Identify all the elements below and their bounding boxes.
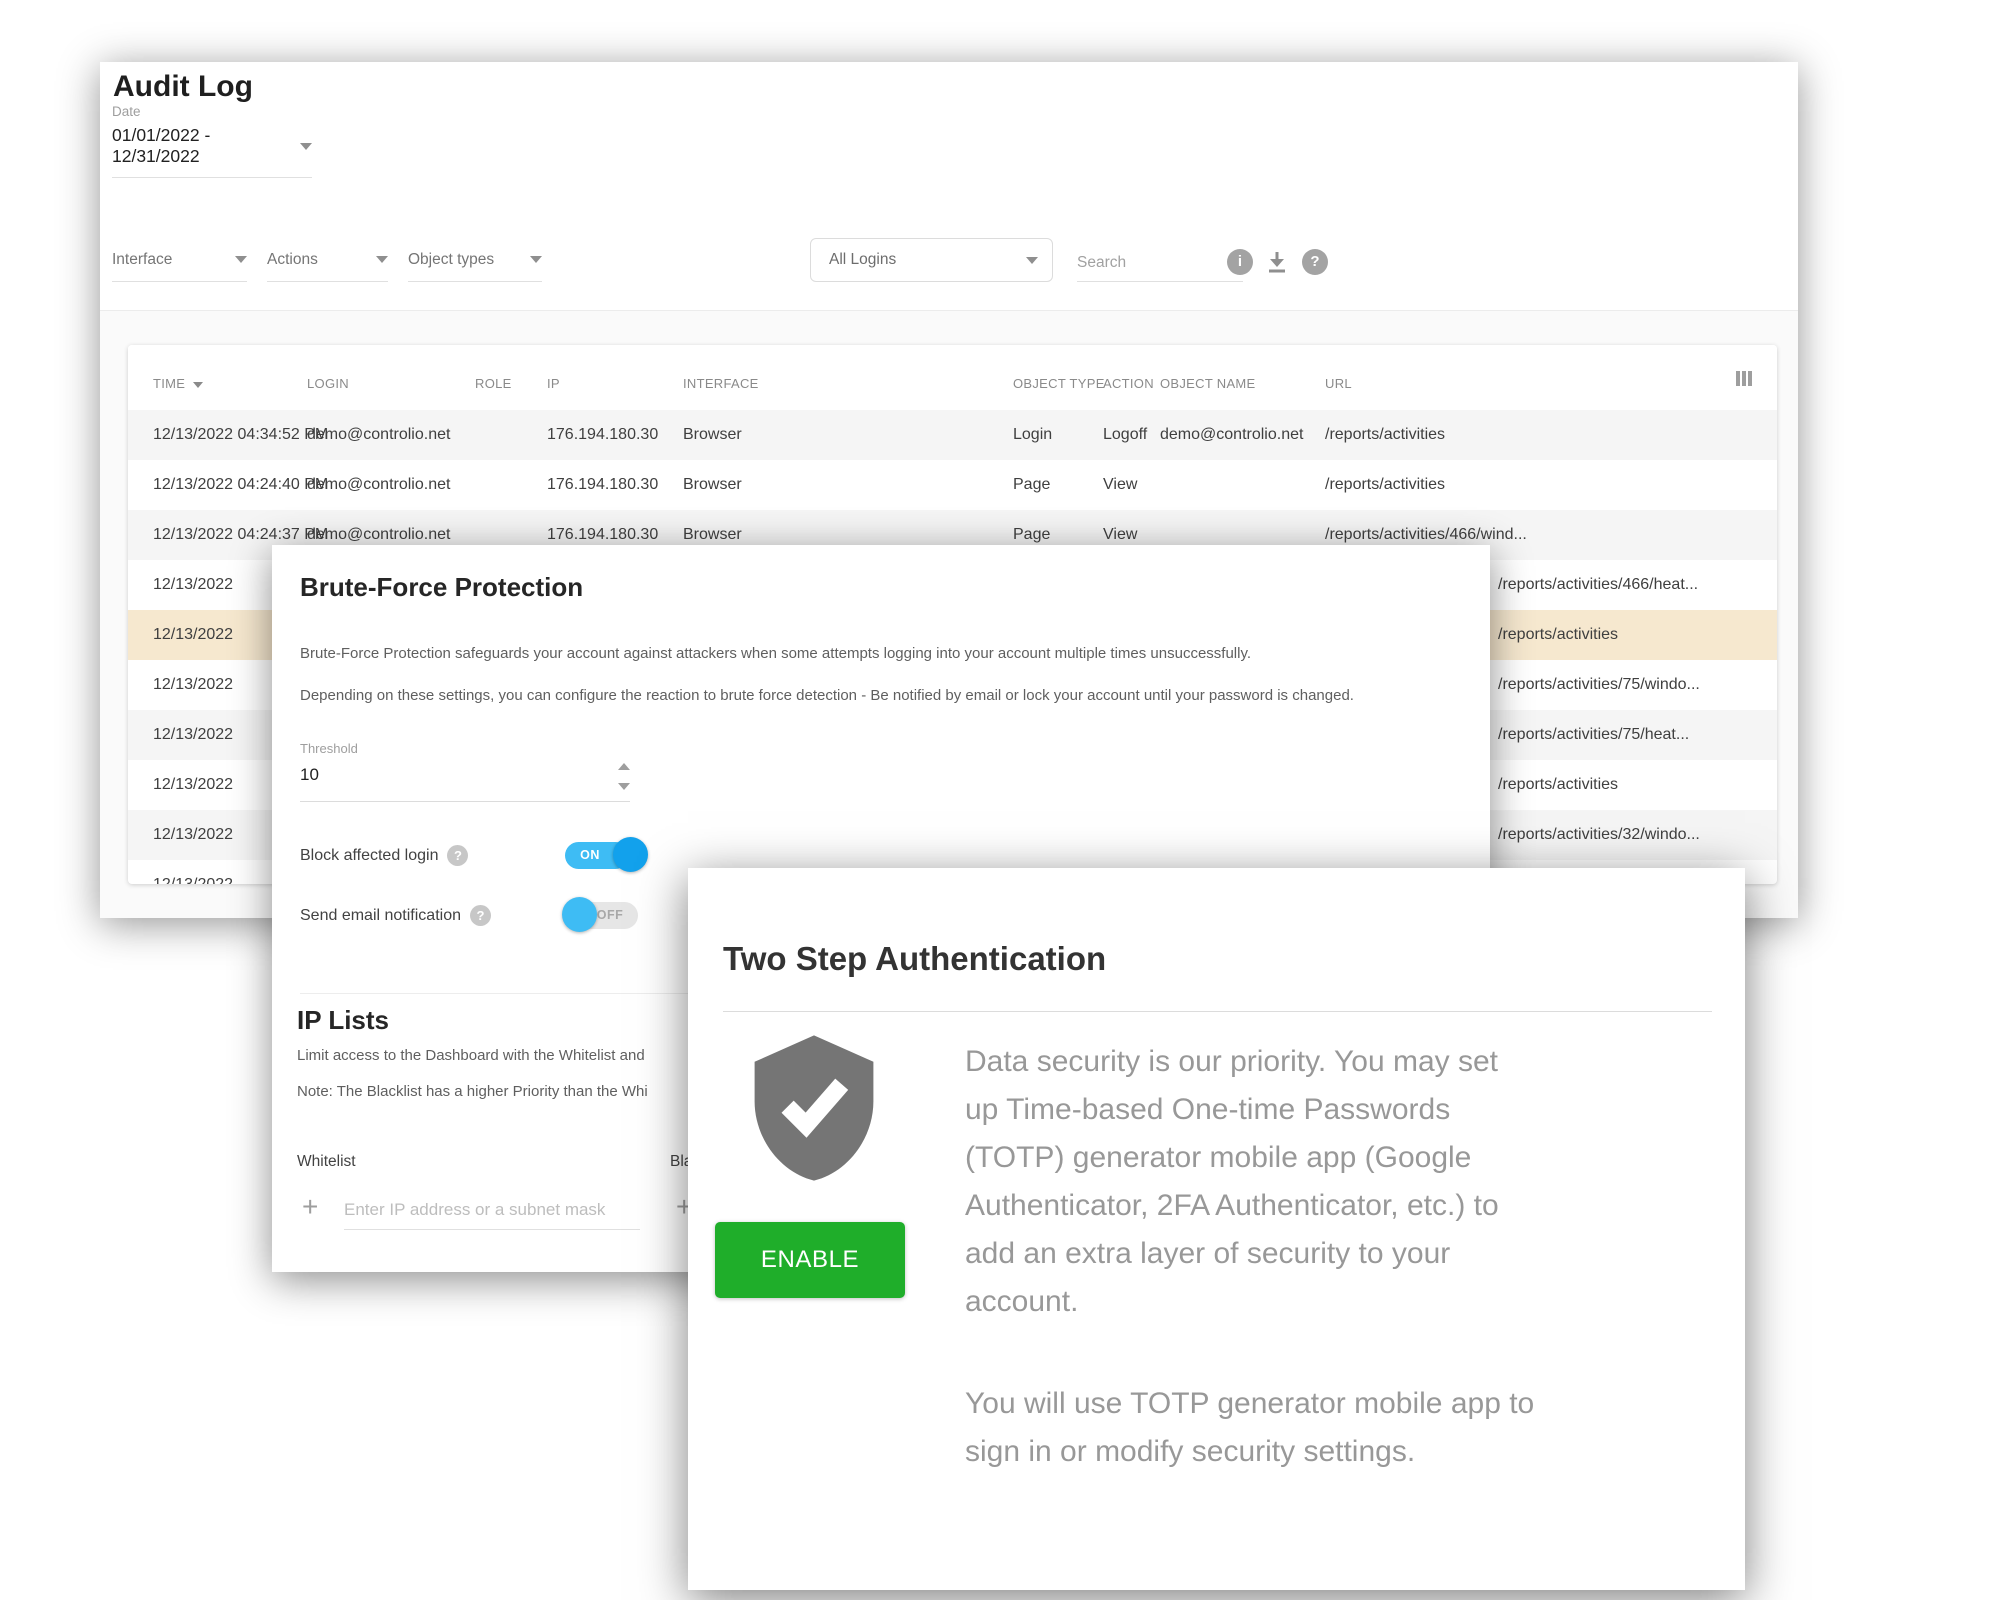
cell-login: demo@controlio.net <box>307 410 450 460</box>
block-affected-login-label: Block affected login ? <box>300 845 468 866</box>
all-logins-select[interactable]: All Logins <box>810 238 1053 282</box>
column-header-action: ACTION <box>1103 376 1154 391</box>
divider <box>300 801 630 802</box>
date-label: Date <box>112 104 312 119</box>
cell-ip: 176.194.180.30 <box>547 460 658 510</box>
cell-time: 12/13/2022 <box>153 560 233 610</box>
interface-filter-label: Interface <box>112 251 172 269</box>
brute-force-title: Brute-Force Protection <box>300 572 583 603</box>
page-canvas: Audit Log Date 01/01/2022 - 12/31/2022 I… <box>0 0 2000 1600</box>
cell-time: 12/13/2022 <box>153 710 233 760</box>
help-icon[interactable]: ? <box>470 905 491 926</box>
interface-filter-select[interactable]: Interface <box>112 238 247 282</box>
column-header-object-type: OBJECT TYPE <box>1013 376 1105 391</box>
toggle-knob <box>613 837 648 872</box>
ip-lists-description: Note: The Blacklist has a higher Priorit… <box>297 1083 648 1100</box>
column-header-ip: IP <box>547 376 560 391</box>
chevron-down-icon <box>376 256 388 263</box>
cell-time: 12/13/2022 04:34:52 PM <box>153 410 328 460</box>
table-header: TIME LOGIN ROLE IP INTERFACE OBJECT TYPE… <box>128 345 1777 410</box>
threshold-label: Threshold <box>300 741 358 756</box>
block-affected-login-toggle[interactable]: ON <box>565 837 655 873</box>
object-types-filter-label: Object types <box>408 251 494 269</box>
cell-time: 12/13/2022 <box>153 760 233 810</box>
chevron-down-icon <box>1026 257 1038 264</box>
ip-lists-description: Limit access to the Dashboard with the W… <box>297 1047 645 1064</box>
search-input[interactable] <box>1077 244 1243 282</box>
cell-time: 12/13/2022 <box>153 860 233 884</box>
two-step-auth-dialog: Two Step Authentication ENABLE Data secu… <box>688 868 1745 1590</box>
whitelist-ip-input[interactable] <box>344 1190 640 1230</box>
add-whitelist-ip-icon[interactable]: + <box>302 1193 318 1221</box>
enable-button[interactable]: ENABLE <box>715 1222 905 1298</box>
whitelist-label: Whitelist <box>297 1153 356 1171</box>
all-logins-value: All Logins <box>829 251 896 269</box>
cell-url: /reports/activities <box>1325 410 1445 460</box>
cell-time: 12/13/2022 <box>153 660 233 710</box>
cell-time: 12/13/2022 <box>153 810 233 860</box>
toggle-knob <box>562 897 597 932</box>
stepper-down-icon[interactable] <box>618 783 630 790</box>
two-step-auth-title: Two Step Authentication <box>723 940 1106 978</box>
column-header-url: URL <box>1325 376 1352 391</box>
actions-filter-select[interactable]: Actions <box>267 238 388 282</box>
stepper-up-icon[interactable] <box>618 763 630 770</box>
ip-lists-title: IP Lists <box>297 1005 389 1036</box>
column-header-interface: INTERFACE <box>683 376 759 391</box>
chevron-down-icon <box>300 143 312 150</box>
cell-time: 12/13/2022 04:24:40 PM <box>153 460 328 510</box>
cell-object-type: Page <box>1013 460 1050 510</box>
cell-url: /reports/activities <box>1498 610 1618 660</box>
cell-interface: Browser <box>683 410 742 460</box>
send-email-notification-label: Send email notification ? <box>300 905 491 926</box>
cell-ip: 176.194.180.30 <box>547 410 658 460</box>
column-header-object-name: OBJECT NAME <box>1160 376 1256 391</box>
chevron-down-icon <box>530 256 542 263</box>
brute-force-description: Depending on these settings, you can con… <box>300 687 1354 704</box>
cell-login: demo@controlio.net <box>307 460 450 510</box>
column-header-role: ROLE <box>475 376 512 391</box>
chevron-down-icon <box>235 256 247 263</box>
cell-object-type: Login <box>1013 410 1052 460</box>
table-row[interactable]: 12/13/2022 04:34:52 PM demo@controlio.ne… <box>128 410 1777 460</box>
column-header-time[interactable]: TIME <box>153 376 203 391</box>
cell-url: /reports/activities <box>1498 760 1618 810</box>
cell-url: /reports/activities/32/windo... <box>1498 810 1700 860</box>
actions-filter-label: Actions <box>267 251 318 269</box>
threshold-input[interactable]: 10 <box>300 765 319 785</box>
shield-check-icon <box>748 1028 880 1193</box>
cell-action: Logoff <box>1103 410 1147 460</box>
cell-url: /reports/activities/75/windo... <box>1498 660 1700 710</box>
divider <box>723 1011 1712 1012</box>
page-title: Audit Log <box>113 70 253 104</box>
help-icon[interactable]: ? <box>447 845 468 866</box>
info-icon[interactable]: i <box>1227 249 1253 275</box>
cell-url: /reports/activities/466/heat... <box>1498 560 1698 610</box>
help-icon[interactable]: ? <box>1302 249 1328 275</box>
object-types-filter-select[interactable]: Object types <box>408 238 542 282</box>
two-step-auth-paragraph-2: You will use TOTP generator mobile app t… <box>965 1380 1685 1476</box>
table-row[interactable]: 12/13/2022 04:24:40 PM demo@controlio.ne… <box>128 460 1777 510</box>
cell-url: /reports/activities/75/heat... <box>1498 710 1689 760</box>
cell-time: 12/13/2022 <box>153 610 233 660</box>
date-range-filter[interactable]: Date 01/01/2022 - 12/31/2022 <box>112 104 312 178</box>
sort-desc-icon <box>193 382 203 388</box>
column-header-login: LOGIN <box>307 376 349 391</box>
cell-interface: Browser <box>683 460 742 510</box>
cell-object-name: demo@controlio.net <box>1160 410 1303 460</box>
download-icon[interactable] <box>1264 249 1290 275</box>
threshold-stepper[interactable] <box>614 759 634 799</box>
two-step-auth-paragraph-1: Data security is our priority. You may s… <box>965 1038 1685 1326</box>
date-range-value: 01/01/2022 - 12/31/2022 <box>112 125 278 167</box>
columns-icon[interactable] <box>1736 371 1752 386</box>
cell-url: /reports/activities <box>1325 460 1445 510</box>
cell-action: View <box>1103 460 1137 510</box>
send-email-notification-toggle[interactable]: OFF <box>562 897 652 933</box>
brute-force-description: Brute-Force Protection safeguards your a… <box>300 645 1251 662</box>
